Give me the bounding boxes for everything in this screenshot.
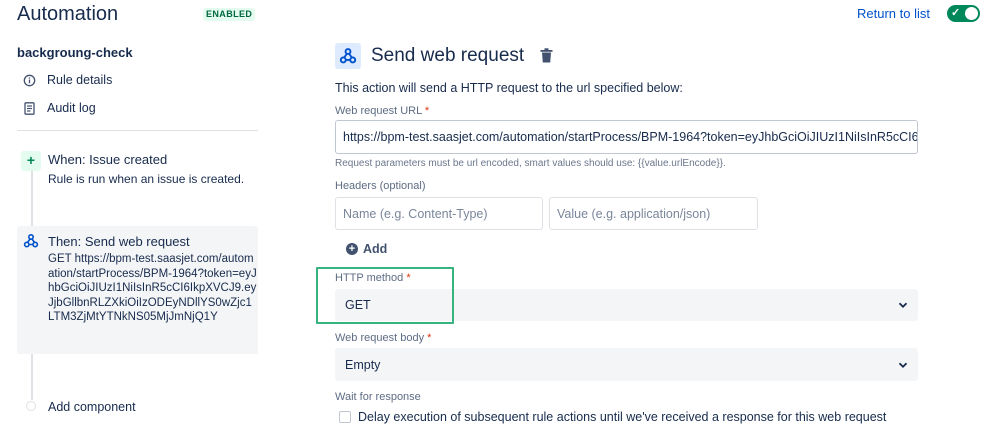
sidebar-divider [17,130,258,131]
highlight-box [316,267,454,324]
delay-execution-checkbox[interactable] [339,411,351,423]
sidebar-item-audit-log[interactable]: Audit log [22,101,96,115]
webhook-icon [335,43,361,69]
chevron-down-icon [898,302,908,308]
web-request-body-select[interactable]: Empty [335,348,918,381]
rule-enabled-toggle[interactable]: ✓ [947,5,980,22]
headers-label: Headers (optional) [335,180,426,192]
toggle-knob [965,7,978,20]
trigger-description: Rule is run when an issue is created. [48,172,245,186]
trash-icon[interactable] [540,48,554,64]
action-description-fade [17,340,258,354]
body-value: Empty [345,357,381,372]
url-input-value: https://bpm-test.saasjet.com/automation/… [343,130,918,144]
add-header-button[interactable]: + Add [346,242,387,256]
info-icon [22,73,36,87]
web-request-url-input[interactable]: https://bpm-test.saasjet.com/automation/… [335,120,918,154]
return-to-list-link[interactable]: Return to list [857,6,930,21]
document-icon [22,101,36,115]
action-title: Then: Send web request [48,234,190,249]
chevron-down-icon [898,362,908,368]
plus-icon: + [21,151,41,171]
header-value-input[interactable]: Value (e.g. application/json) [549,197,758,230]
sidebar-item-label: Rule details [47,73,113,87]
sidebar-item-label: Audit log [47,101,96,115]
wait-for-response-label: Wait for response [335,391,421,403]
url-hint: Request parameters must be url encoded, … [335,158,726,169]
delay-execution-label[interactable]: Delay execution of subsequent rule actio… [358,410,886,424]
body-label: Web request body * [335,332,432,344]
component-description: This action will send a HTTP request to … [335,81,683,95]
header-name-input[interactable]: Name (e.g. Content-Type) [335,197,543,230]
check-icon: ✓ [951,7,961,19]
url-field-label: Web request URL * [335,105,430,117]
status-badge: ENABLED [203,8,256,21]
rule-name: backgroung-check [17,45,133,60]
add-component-dot [26,401,36,411]
webhook-icon [21,231,41,251]
page-title: Automation [17,3,119,25]
header-name-placeholder: Name (e.g. Content-Type) [343,206,488,221]
add-component-link[interactable]: Add component [48,400,136,414]
component-title: Send web request [371,45,525,66]
sidebar-item-rule-details[interactable]: Rule details [22,73,112,87]
trigger-title: When: Issue created [48,152,168,167]
action-description: GET https://bpm-test.saasjet.com/automat… [48,253,257,324]
add-header-label: Add [363,242,388,256]
plus-circle-icon: + [346,243,358,255]
header-value-placeholder: Value (e.g. application/json) [557,206,711,221]
